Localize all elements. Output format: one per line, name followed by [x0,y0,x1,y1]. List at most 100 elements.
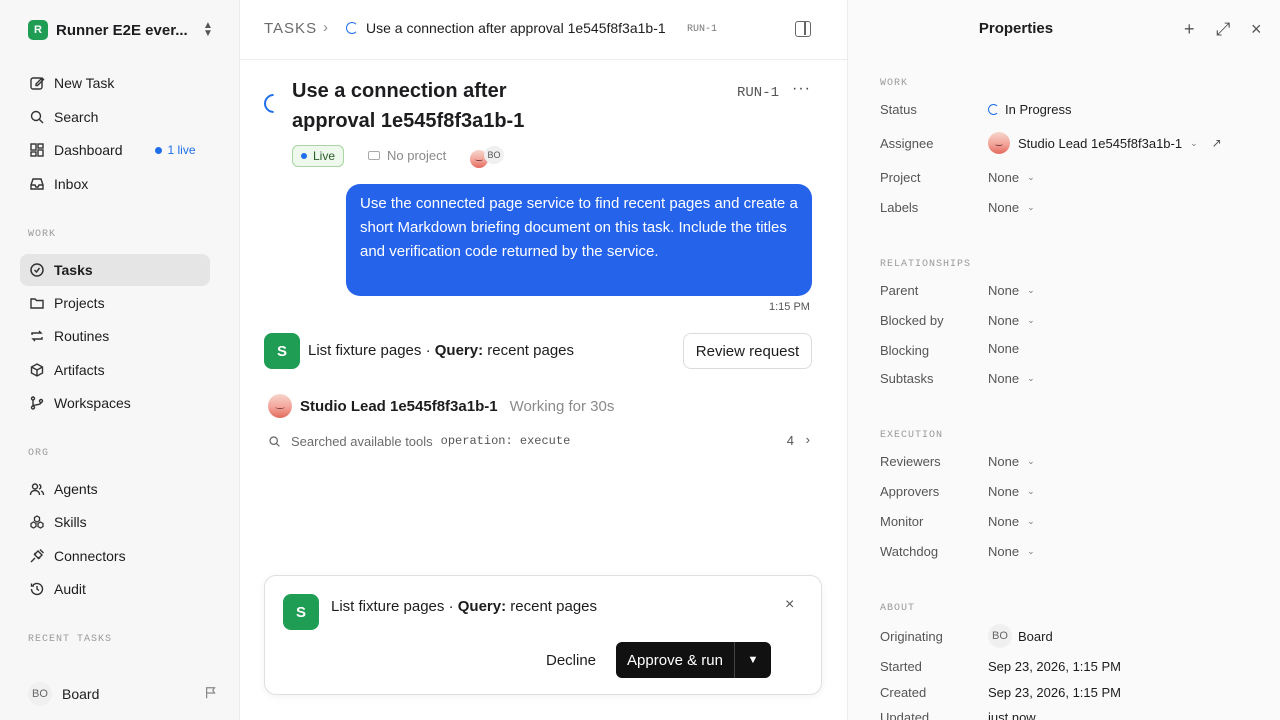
close-icon[interactable]: × [1251,20,1262,38]
reviewers-field[interactable]: None ⌄ [988,454,1035,469]
project-value: None [988,170,1020,185]
section-label-relationships: RELATIONSHIPS [880,259,972,270]
approvers-value: None [988,484,1020,499]
chevron-right-icon: › [805,432,810,447]
chevron-down-icon: ⌄ [1027,373,1035,383]
sidebar-item-label: Audit [54,581,86,597]
watchdog-value: None [988,544,1020,559]
sidebar-item-workspaces[interactable]: Workspaces [20,387,210,419]
sidebar-item-label: Artifacts [54,362,105,378]
project-picker[interactable]: No project [368,148,446,163]
review-request-button[interactable]: Review request [683,333,812,369]
tool-call-row[interactable]: Searched available tools operation: exec… [268,432,812,450]
sidebar-item-label: Inbox [54,176,89,192]
assignee-field[interactable]: Studio Lead 1e545f8f3a1b-1 ⌄ ↗ [988,132,1222,154]
chevron-down-icon: ⌄ [1027,172,1035,182]
search-icon [268,435,281,448]
connector-badge: S [264,333,300,369]
blocked-by-field[interactable]: None ⌄ [988,313,1035,328]
monitor-label: Monitor [880,514,924,529]
subtasks-field[interactable]: None ⌄ [988,371,1035,386]
subtasks-value: None [988,371,1020,386]
tool-operation: operation: execute [440,434,571,448]
more-options-icon[interactable]: ··· [792,80,811,98]
assignee-avatars[interactable]: BO [470,146,504,168]
sidebar-item-tasks[interactable]: Tasks [20,254,210,286]
decline-button[interactable]: Decline [535,642,607,678]
sidebar-item-dashboard[interactable]: Dashboard 1 live [20,134,210,166]
breadcrumb: TASKS › Use a connection after approval … [240,0,847,60]
sidebar-item-label: Connectors [54,548,126,564]
close-icon[interactable]: × [785,596,794,614]
blocking-value: None [988,341,1020,356]
created-label: Created [880,685,927,700]
labels-field[interactable]: None ⌄ [988,200,1035,215]
originating-label: Originating [880,629,943,644]
repeat-icon [28,327,46,345]
updated-label: Updated [880,710,930,720]
project-field[interactable]: None ⌄ [988,170,1035,185]
sidebar-item-label: Dashboard [54,142,123,158]
status-field[interactable]: In Progress [988,102,1071,117]
parent-field[interactable]: None ⌄ [988,283,1035,298]
sidebar-item-inbox[interactable]: Inbox [20,168,210,200]
query-value: recent pages [506,598,598,615]
inbox-icon [28,175,46,193]
workspace-switcher[interactable]: R Runner E2E ever... ▲ ▼ [20,14,216,46]
sidebar-item-projects[interactable]: Projects [20,287,210,319]
request-summary: List fixture pages · Query: recent pages [331,598,597,615]
parent-value: None [988,283,1020,298]
watchdog-field[interactable]: None ⌄ [988,544,1035,559]
started-label: Started [880,659,922,674]
message-time: 1:15 PM [769,301,810,313]
section-label-about: ABOUT [880,603,916,614]
properties-panel: Properties + ⤢ × WORK Status In Progress… [847,0,1280,720]
chevron-down-icon: ⌄ [1027,546,1035,556]
external-link-icon[interactable]: ↗ [1212,136,1222,150]
approval-request-row: S List fixture pages · Query: recent pag… [264,333,812,369]
request-name: List fixture pages [308,342,422,359]
approvers-field[interactable]: None ⌄ [988,484,1035,499]
sidebar-item-routines[interactable]: Routines [20,320,210,352]
sidebar-item-label: New Task [54,75,115,91]
chevron-down-icon: ⌄ [1027,202,1035,212]
project-label: No project [387,148,447,163]
plug-icon [28,547,46,565]
avatar-initials: BO [484,146,504,164]
breadcrumb-tasks[interactable]: TASKS [264,20,317,37]
box-icon [28,361,46,379]
section-label-work: WORK [28,229,57,240]
sidebar-item-new-task[interactable]: New Task [20,67,210,99]
page-title: Use a connection after approval 1e545f8f… [292,80,525,132]
monitor-field[interactable]: None ⌄ [988,514,1035,529]
watchdog-label: Watchdog [880,544,939,559]
sidebar-item-audit[interactable]: Audit [20,573,210,605]
avatar: BO [988,624,1012,648]
user-message: Use the connected page service to find r… [346,184,812,296]
section-label-recent-tasks: RECENT TASKS [28,634,113,645]
expand-icon[interactable]: ⤢ [1216,20,1230,38]
project-label: Project [880,170,921,185]
chevron-down-icon[interactable]: ▼ [735,642,771,678]
breadcrumb-task-id: RUN-1 [687,24,718,35]
workspace-name: Runner E2E ever... [56,21,188,39]
user-menu[interactable]: BO Board [28,682,218,706]
separator: · [421,342,435,359]
sidebar-item-skills[interactable]: Skills [20,506,210,538]
sidebar-item-label: Projects [54,295,105,311]
flag-icon[interactable] [204,686,218,703]
users-icon [28,480,46,498]
query-value: recent pages [483,342,575,359]
section-label-org: ORG [28,448,50,459]
add-icon[interactable]: + [1184,20,1195,38]
query-label: Query: [434,342,484,359]
panel-toggle-icon[interactable] [795,21,811,37]
sidebar-item-connectors[interactable]: Connectors [20,540,210,572]
sidebar-item-artifacts[interactable]: Artifacts [20,354,210,386]
sidebar-item-agents[interactable]: Agents [20,473,210,505]
sidebar-item-label: Agents [54,481,98,497]
sidebar-item-search[interactable]: Search [20,101,210,133]
sidebar-item-label: Tasks [54,262,93,278]
approve-run-button[interactable]: Approve & run [616,642,735,678]
originating-value: Board [1018,628,1053,644]
